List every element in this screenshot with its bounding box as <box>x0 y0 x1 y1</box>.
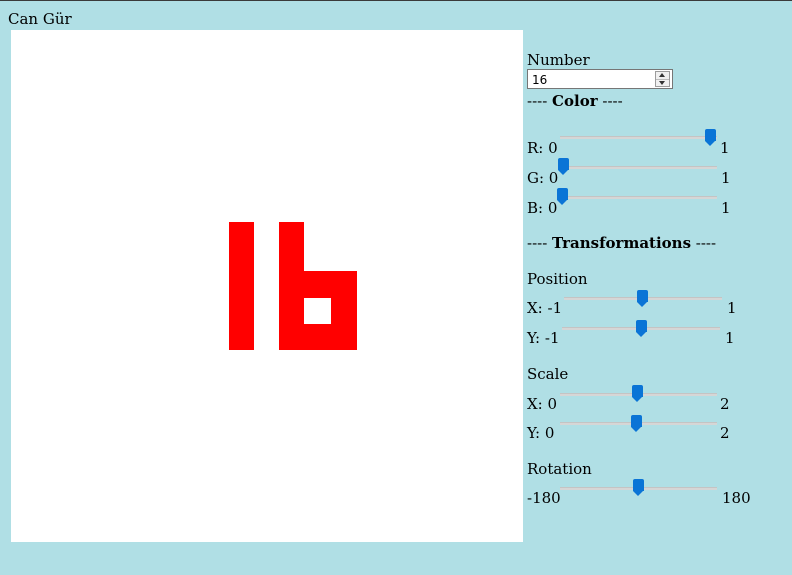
g-min-label: G: 0 <box>527 169 559 187</box>
controls-panel: Number ---- Color ---- R: 0 1 G: 0 1 B: … <box>527 0 792 575</box>
page-title: Can Gür <box>8 10 72 28</box>
scale-y-min-label: Y: 0 <box>527 424 555 442</box>
position-x-slider-thumb[interactable] <box>637 290 648 307</box>
rotation-slider-thumb[interactable] <box>633 479 644 496</box>
scale-label: Scale <box>527 365 569 383</box>
r-slider-track[interactable] <box>560 136 717 139</box>
g-slider-thumb[interactable] <box>558 158 569 175</box>
render-canvas <box>11 30 523 542</box>
position-label: Position <box>527 270 588 288</box>
b-slider-track[interactable] <box>560 196 717 199</box>
r-min-label: R: 0 <box>527 139 558 157</box>
rotation-min-label: -180 <box>527 489 561 507</box>
r-max-label: 1 <box>720 139 730 157</box>
b-max-label: 1 <box>721 199 731 217</box>
position-y-min-label: Y: -1 <box>527 329 560 347</box>
scale-x-slider-thumb[interactable] <box>632 385 643 402</box>
scale-y-slider-thumb[interactable] <box>631 415 642 432</box>
number-spinner[interactable] <box>655 71 670 87</box>
color-section-header: ---- Color ---- <box>527 92 623 110</box>
g-max-label: 1 <box>721 169 731 187</box>
position-y-slider-thumb[interactable] <box>636 320 647 337</box>
scale-y-max-label: 2 <box>720 424 730 442</box>
b-min-label: B: 0 <box>527 199 558 217</box>
number-label: Number <box>527 51 590 69</box>
r-slider-thumb[interactable] <box>705 129 716 146</box>
scale-x-min-label: X: 0 <box>527 395 558 413</box>
b-slider-thumb[interactable] <box>557 188 568 205</box>
position-y-max-label: 1 <box>725 329 735 347</box>
g-slider-track[interactable] <box>560 166 717 169</box>
rotation-max-label: 180 <box>722 489 751 507</box>
position-x-max-label: 1 <box>727 299 737 317</box>
position-x-min-label: X: -1 <box>527 299 563 317</box>
spin-down-icon[interactable] <box>656 79 669 86</box>
number-input[interactable] <box>527 69 673 89</box>
rotation-label: Rotation <box>527 460 592 478</box>
transformations-section-header: ---- Transformations ---- <box>527 234 717 252</box>
scale-x-max-label: 2 <box>720 395 730 413</box>
